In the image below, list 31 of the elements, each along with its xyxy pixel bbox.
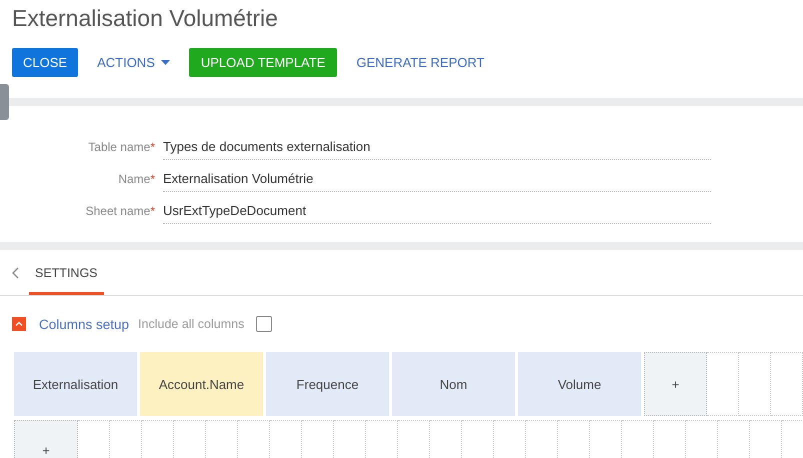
side-panel-handle[interactable] [0,84,9,120]
column-header[interactable]: Volume [518,352,641,416]
field-label: Table name [88,140,150,154]
back-icon[interactable] [11,266,19,278]
field-label: Name [118,172,150,186]
column-header[interactable]: Account.Name [140,352,263,416]
text-field[interactable]: UsrExtTypeDeDocument [163,203,711,224]
text-field[interactable]: Types de documents externalisation [163,139,711,160]
column-header[interactable]: Externalisation [14,352,137,416]
include-all-label: Include all columns [138,317,244,331]
field-label: Sheet name [86,204,150,218]
grid-cell[interactable] [771,352,803,416]
required-marker: * [150,140,155,154]
columns-setup-title[interactable]: Columns setup [39,316,130,332]
caret-icon [160,60,170,65]
grid-cell[interactable] [707,352,739,416]
page-title: Externalisation Volumétrie [11,4,279,33]
text-field[interactable]: Externalisation Volumétrie [163,171,711,192]
settings-tab[interactable]: SETTINGS [29,250,104,295]
grid-cell[interactable] [739,352,771,416]
add-row-button[interactable]: + [14,420,78,458]
column-header[interactable]: Nom [392,352,515,416]
collapse-toggle-icon[interactable] [12,317,26,331]
include-all-checkbox[interactable] [256,316,272,332]
required-marker: * [150,204,155,218]
column-header[interactable]: Frequence [266,352,389,416]
report-link[interactable]: GENERATE REPORT [345,48,496,77]
required-marker: * [150,172,155,186]
add-column-button[interactable]: + [644,352,707,416]
actions-dropdown[interactable]: ACTIONS [86,48,181,77]
close-button[interactable]: CLOSE [12,48,78,77]
